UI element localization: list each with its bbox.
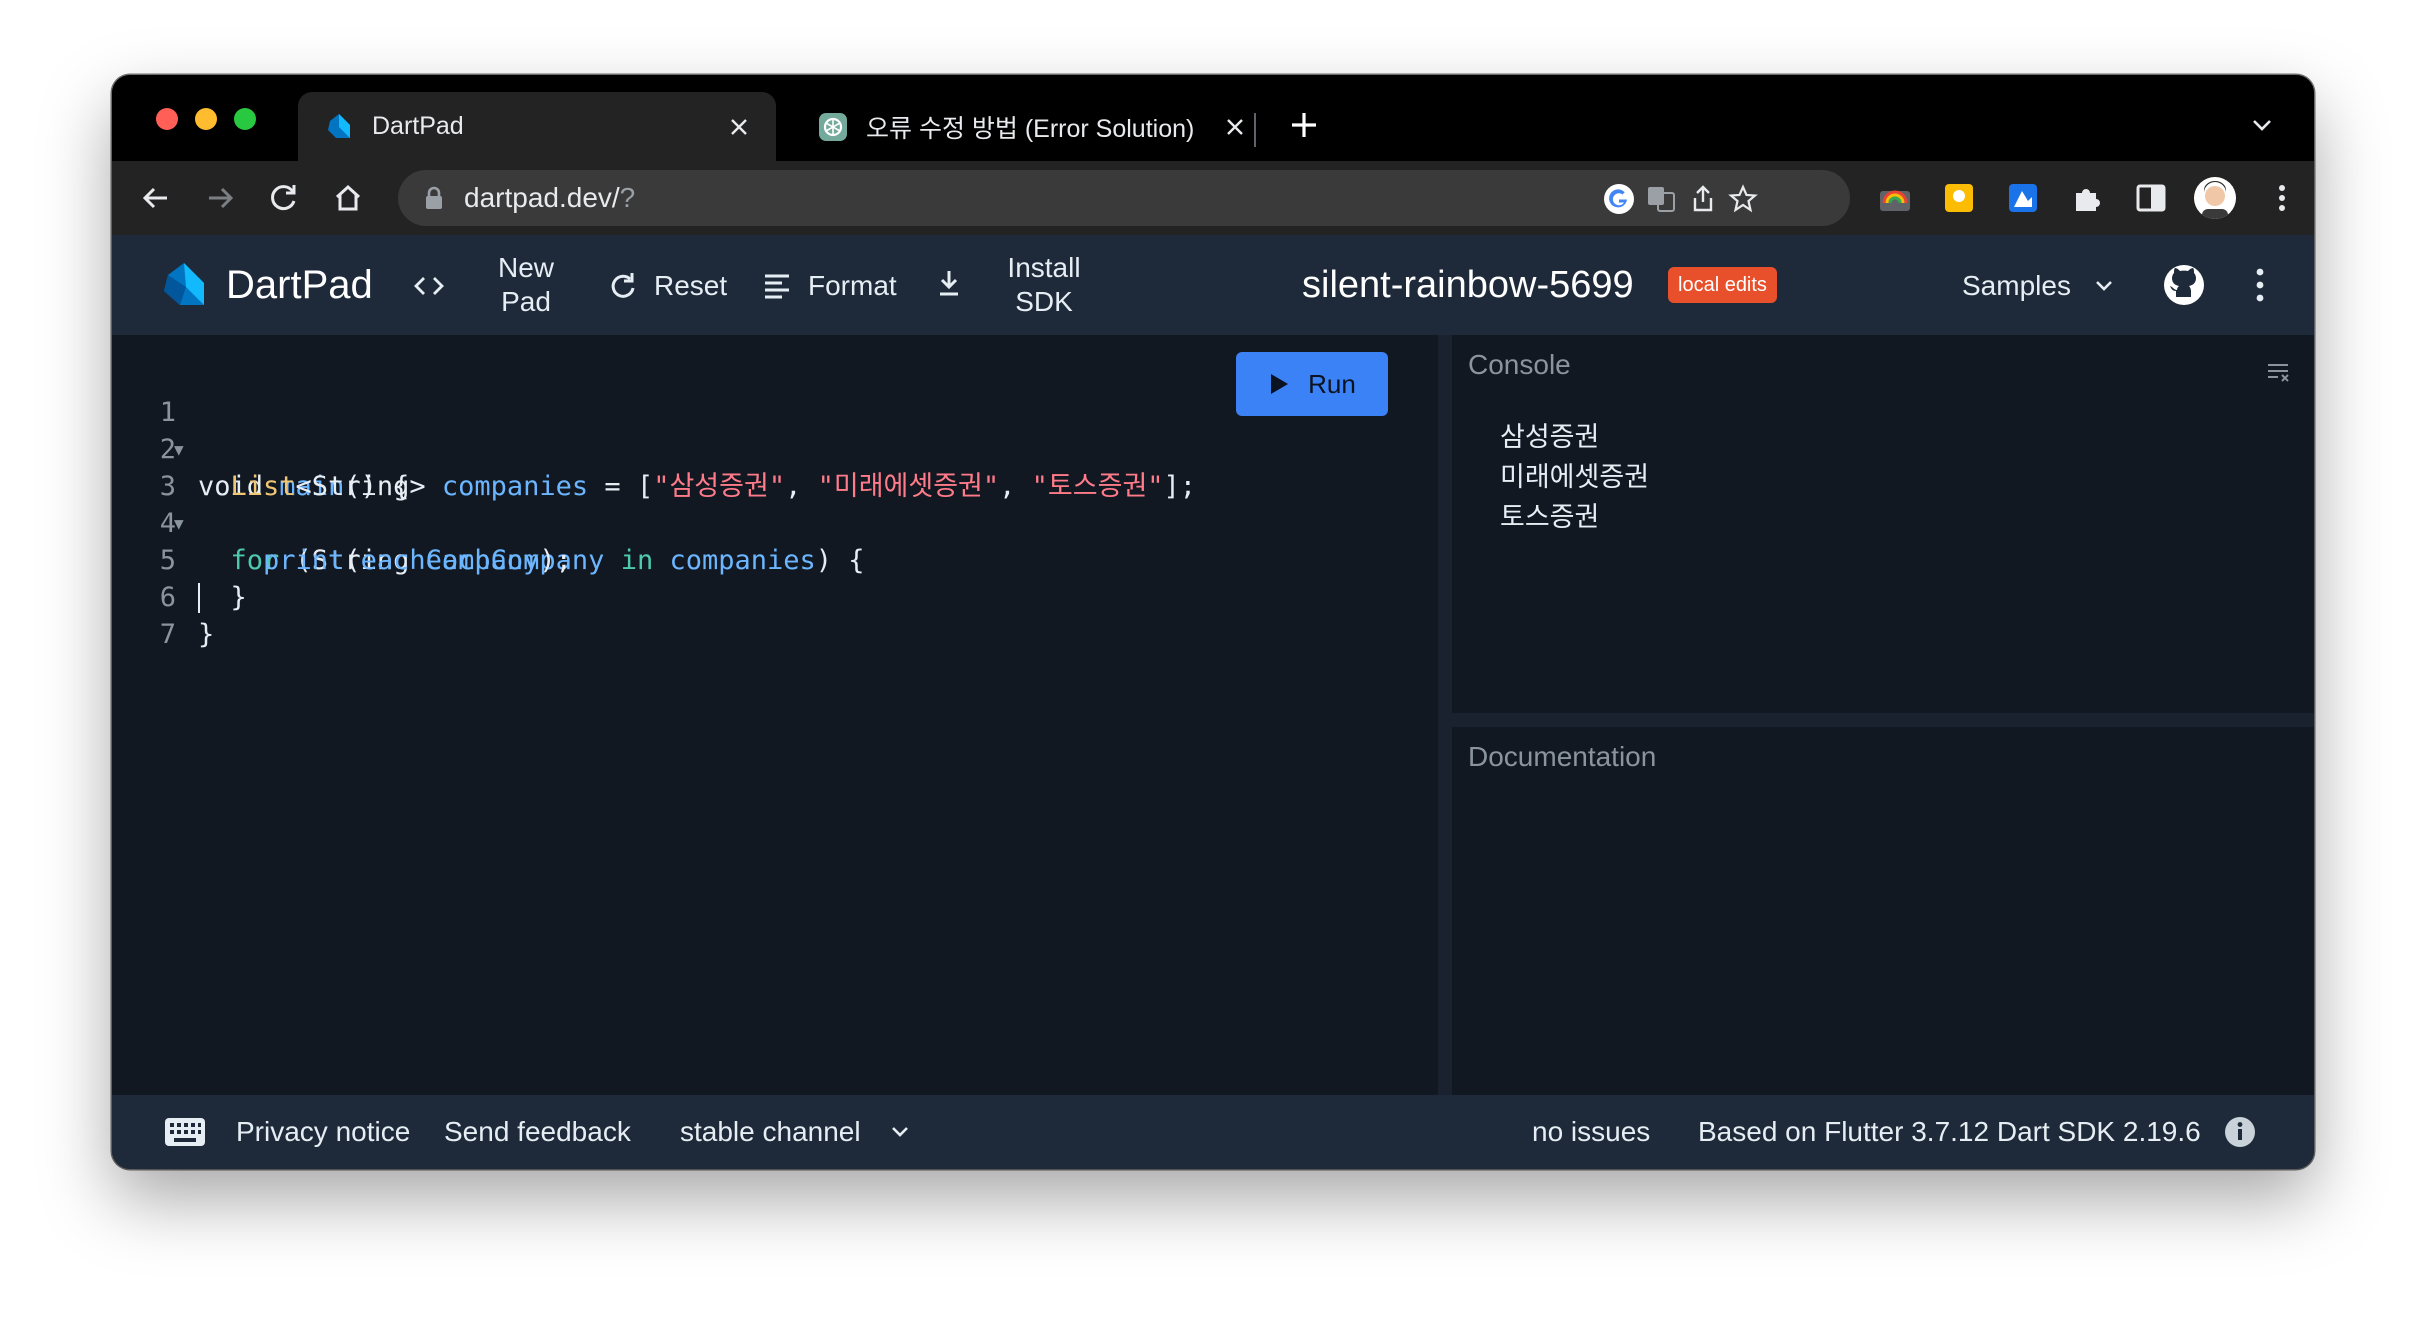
- install-sdk-button[interactable]: Install SDK: [992, 251, 1096, 319]
- tab-title: 오류 수정 방법 (Error Solution): [866, 114, 1195, 143]
- translate-icon[interactable]: [1644, 182, 1678, 216]
- local-edits-badge: local edits: [1668, 267, 1777, 303]
- info-icon: [2225, 1117, 2255, 1147]
- github-icon: [2164, 265, 2204, 305]
- vertical-splitter[interactable]: [1438, 335, 1452, 1095]
- channel-dropdown[interactable]: stable channel: [680, 1095, 911, 1169]
- more-vertical-icon: [2279, 185, 2285, 211]
- code-brackets-icon: [414, 277, 444, 295]
- extension-keep-icon[interactable]: [1942, 181, 1976, 215]
- maximize-window-button[interactable]: [234, 108, 256, 130]
- tab-title: DartPad: [372, 112, 464, 140]
- bookmark-star-icon[interactable]: [1726, 182, 1760, 216]
- reload-button[interactable]: [262, 176, 306, 220]
- download-button[interactable]: [934, 268, 964, 298]
- documentation-panel: Documentation: [1452, 727, 2314, 1095]
- share-icon[interactable]: [1686, 182, 1720, 216]
- documentation-title: Documentation: [1468, 741, 1657, 772]
- browser-toolbar: dartpad.dev/?: [112, 161, 2314, 235]
- new-pad-button[interactable]: New Pad: [482, 251, 570, 319]
- tab-dartpad[interactable]: DartPad: [298, 92, 776, 161]
- arrow-right-icon: [209, 187, 234, 209]
- chevron-down-icon: [2253, 120, 2271, 131]
- info-button[interactable]: [2224, 1095, 2256, 1169]
- forward-button[interactable]: [198, 176, 242, 220]
- code-line[interactable]: 4 print(eachCompany);: [112, 468, 1438, 576]
- app-title: DartPad: [226, 263, 373, 307]
- code-editor[interactable]: 1 ▼ void main() { 2 List<String> compani…: [112, 335, 1438, 1095]
- dartpad-menu-button[interactable]: [2252, 265, 2268, 305]
- url-text: dartpad.dev/?: [464, 182, 636, 213]
- console-title: Console: [1468, 349, 1571, 380]
- sdk-version: Based on Flutter 3.7.12 Dart SDK 2.19.6: [1698, 1116, 2201, 1147]
- profile-avatar[interactable]: [2194, 177, 2236, 219]
- keyboard-shortcuts-button[interactable]: [164, 1095, 206, 1169]
- console-output: 삼성증권 미래에셋증권 토스증권: [1500, 417, 1649, 537]
- reset-button[interactable]: Reset: [606, 267, 727, 305]
- run-button[interactable]: Run: [1236, 352, 1388, 416]
- pad-name[interactable]: silent-rainbow-5699: [1302, 257, 1634, 313]
- code-line[interactable]: 5 }: [112, 505, 1438, 613]
- dart-logo-icon: [328, 113, 350, 138]
- close-window-button[interactable]: [156, 108, 178, 130]
- code-line[interactable]: 3 ▼ for (String eachCompany in companies…: [112, 431, 1438, 576]
- console-line: 토스증권: [1500, 502, 1600, 532]
- clear-console-icon[interactable]: [2266, 359, 2292, 385]
- console-line: 삼성증권: [1500, 422, 1600, 452]
- close-icon[interactable]: [1220, 112, 1250, 142]
- back-button[interactable]: [134, 176, 178, 220]
- tab-strip: DartPad 오류 수정 방법 (Error Solution): [112, 75, 2314, 161]
- extensions-puzzle-icon[interactable]: [2070, 181, 2104, 215]
- embed-code-button[interactable]: [412, 269, 446, 303]
- send-feedback-link[interactable]: Send feedback: [444, 1095, 631, 1169]
- address-bar[interactable]: dartpad.dev/?: [398, 170, 1850, 226]
- format-lines-icon: [760, 269, 794, 303]
- extension-rainbow-icon[interactable]: [1878, 181, 1912, 215]
- chatgpt-logo-icon: [819, 112, 847, 141]
- plus-icon: [1292, 113, 1316, 137]
- console-line: 미래에셋증권: [1500, 462, 1650, 492]
- minimize-window-button[interactable]: [195, 108, 217, 130]
- home-icon: [335, 184, 361, 211]
- download-icon: [940, 271, 958, 296]
- play-icon: [1271, 374, 1289, 394]
- format-button[interactable]: Format: [760, 267, 897, 305]
- issues-status[interactable]: no issues: [1532, 1095, 1650, 1169]
- extension-blue-icon[interactable]: [2006, 181, 2040, 215]
- samples-dropdown[interactable]: Samples: [1962, 267, 2115, 305]
- console-panel: Console 삼성증권 미래에셋증권 토스증권: [1452, 335, 2314, 713]
- dart-logo-icon[interactable]: [160, 259, 210, 311]
- more-vertical-icon: [2256, 268, 2264, 302]
- status-footer: Privacy notice Send feedback stable chan…: [112, 1095, 2314, 1169]
- tab-error-solution[interactable]: 오류 수정 방법 (Error Solution): [792, 92, 1272, 161]
- home-button[interactable]: [326, 176, 370, 220]
- keyboard-icon: [165, 1118, 205, 1146]
- google-icon[interactable]: [1602, 182, 1636, 216]
- chevron-down-icon: [891, 1127, 908, 1137]
- reload-icon: [271, 185, 296, 211]
- github-button[interactable]: [2162, 263, 2206, 307]
- new-tab-button[interactable]: [1284, 105, 1324, 145]
- code-line[interactable]: 6 }: [112, 542, 1438, 650]
- arrow-left-icon: [142, 187, 167, 209]
- tab-search-button[interactable]: [2242, 105, 2282, 145]
- reset-icon: [606, 269, 640, 303]
- browser-menu-button[interactable]: [2260, 176, 2304, 220]
- text-cursor: [198, 583, 200, 613]
- lock-icon: [420, 184, 448, 212]
- chevron-down-icon: [2096, 281, 2112, 291]
- horizontal-splitter[interactable]: [1452, 713, 2314, 727]
- close-icon[interactable]: [724, 112, 754, 142]
- dartpad-header: DartPad New Pad Reset Format Install SDK: [112, 235, 2314, 335]
- tab-separator: [1254, 113, 1256, 147]
- browser-window: DartPad 오류 수정 방법 (Error Solution) dartpa…: [112, 75, 2314, 1169]
- side-panel-icon[interactable]: [2134, 181, 2168, 215]
- code-line[interactable]: 7: [112, 579, 1438, 650]
- privacy-notice-link[interactable]: Privacy notice: [236, 1095, 410, 1169]
